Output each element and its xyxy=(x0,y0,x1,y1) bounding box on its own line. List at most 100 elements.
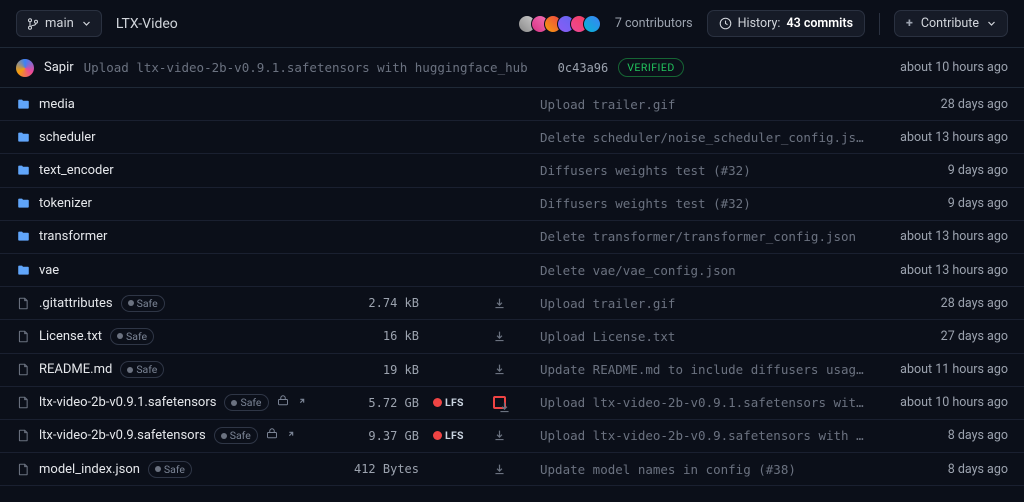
history-label: History: xyxy=(738,16,781,31)
commit-message[interactable]: Delete scheduler/noise_scheduler_config.… xyxy=(540,130,870,145)
file-row: .gitattributesSafe2.74 kBUpload trailer.… xyxy=(0,287,1024,320)
file-icon xyxy=(16,296,31,311)
lfs-label: LFS xyxy=(445,429,464,442)
file-size: 19 kB xyxy=(344,363,419,377)
file-name[interactable]: License.txt xyxy=(39,329,102,344)
name-cell: text_encoder xyxy=(16,163,336,178)
commit-time: about 10 hours ago xyxy=(878,60,1008,75)
commit-message[interactable]: Diffusers weights test (#32) xyxy=(540,163,870,178)
file-list: media Upload trailer.gif 28 days ago schedu… xyxy=(0,88,1024,486)
commit-sha[interactable]: 0c43a96 xyxy=(558,61,609,75)
file-name[interactable]: tokenizer xyxy=(39,196,92,211)
history-button[interactable]: History: 43 commits xyxy=(707,10,865,37)
pickle-icon[interactable] xyxy=(277,395,289,411)
latest-commit-bar: Sapir Upload ltx-video-2b-v0.9.1.safeten… xyxy=(0,48,1024,88)
header-left: main LTX-Video xyxy=(16,10,178,37)
folder-row: text_encoder Diffusers weights test (#32)… xyxy=(0,154,1024,187)
commit-message[interactable]: Delete vae/vae_config.json xyxy=(540,263,870,278)
safe-badge: Safe xyxy=(214,427,258,444)
author-avatar[interactable] xyxy=(16,59,34,77)
folder-row: scheduler Delete scheduler/noise_schedule… xyxy=(0,121,1024,154)
folder-icon xyxy=(16,263,31,278)
commits-count: 43 commits xyxy=(786,16,853,31)
commit-author[interactable]: Sapir xyxy=(44,60,74,75)
commit-message[interactable]: Delete transformer/transformer_config.js… xyxy=(540,229,870,244)
download-icon[interactable] xyxy=(493,429,506,442)
file-name[interactable]: transformer xyxy=(39,229,107,244)
contributors-count[interactable]: 7 contributors xyxy=(615,16,693,31)
download-cell xyxy=(486,429,512,442)
file-size: 2.74 kB xyxy=(344,296,419,310)
download-icon[interactable] xyxy=(493,463,506,476)
external-link-icon[interactable] xyxy=(297,395,307,410)
chevron-down-icon xyxy=(987,19,996,28)
name-cell: transformer xyxy=(16,229,336,244)
branch-name: main xyxy=(45,16,74,31)
lfs-dot-icon xyxy=(433,431,442,440)
download-cell xyxy=(486,297,512,310)
folder-icon xyxy=(16,97,31,112)
file-row: ltx-video-2b-v0.9.1.safetensorsSafe5.72 … xyxy=(0,387,1024,420)
file-time: 8 days ago xyxy=(878,428,1008,443)
file-name[interactable]: README.md xyxy=(39,362,112,377)
file-name[interactable]: ltx-video-2b-v0.9.1.safetensors xyxy=(39,395,216,410)
commit-message[interactable]: Upload ltx-video-2b-v0.9.1.safetensors w… xyxy=(540,395,870,410)
contribute-button[interactable]: + Contribute xyxy=(894,10,1008,37)
name-cell: ltx-video-2b-v0.9.safetensors Safe xyxy=(16,427,336,444)
safe-badge: Safe xyxy=(224,394,268,411)
download-cell xyxy=(486,396,512,409)
commit-message[interactable]: Update model names in config (#38) xyxy=(540,462,870,477)
commit-message[interactable]: Upload trailer.gif xyxy=(540,296,870,311)
history-icon xyxy=(719,17,732,30)
commit-message[interactable]: Upload ltx-video-2b-v0.9.1.safetensors w… xyxy=(84,60,528,75)
branch-selector[interactable]: main xyxy=(16,10,102,37)
file-time: about 13 hours ago xyxy=(878,229,1008,244)
divider xyxy=(879,13,880,35)
commit-message[interactable]: Upload License.txt xyxy=(540,329,870,344)
name-cell: License.txt Safe xyxy=(16,328,336,345)
file-name[interactable]: ltx-video-2b-v0.9.safetensors xyxy=(39,428,206,443)
folder-row: vae Delete vae/vae_config.json about 13 ho… xyxy=(0,254,1024,287)
contribute-label: Contribute xyxy=(921,16,979,31)
commit-message[interactable]: Update README.md to include diffusers us… xyxy=(540,362,870,377)
file-name[interactable]: text_encoder xyxy=(39,163,114,178)
commit-message[interactable]: Upload ltx-video-2b-v0.9.safetensors wit… xyxy=(540,428,870,443)
name-cell: model_index.jsonSafe xyxy=(16,461,336,478)
file-icon xyxy=(16,395,31,410)
download-icon[interactable] xyxy=(493,396,506,409)
folder-row: tokenizerDiffusers weights test (#32)9 d… xyxy=(0,188,1024,221)
file-name[interactable]: .gitattributes xyxy=(39,296,113,311)
file-time: 28 days ago xyxy=(878,296,1008,311)
file-row: model_index.jsonSafe412 BytesUpdate mode… xyxy=(0,453,1024,486)
folder-icon xyxy=(16,130,31,145)
commit-message[interactable]: Diffusers weights test (#32) xyxy=(540,196,870,211)
file-name[interactable]: media xyxy=(39,97,75,112)
folder-row: transformer Delete transformer/transforme… xyxy=(0,221,1024,254)
name-cell: media xyxy=(16,97,336,112)
lfs-label: LFS xyxy=(445,396,464,409)
folder-icon xyxy=(16,229,31,244)
download-cell xyxy=(486,463,512,476)
file-icon xyxy=(16,462,31,477)
download-icon[interactable] xyxy=(493,363,506,376)
file-time: 27 days ago xyxy=(878,329,1008,344)
name-cell: ltx-video-2b-v0.9.1.safetensors Safe xyxy=(16,394,336,411)
file-icon xyxy=(16,362,31,377)
download-icon[interactable] xyxy=(493,297,506,310)
commit-message[interactable]: Upload trailer.gif xyxy=(540,97,870,112)
file-time: 9 days ago xyxy=(878,163,1008,178)
safe-badge: Safe xyxy=(110,328,154,345)
lfs-cell: LFS xyxy=(433,396,478,409)
file-name[interactable]: scheduler xyxy=(39,130,96,145)
file-time: about 13 hours ago xyxy=(878,263,1008,278)
folder-icon xyxy=(16,196,31,211)
file-name[interactable]: model_index.json xyxy=(39,462,140,477)
download-cell xyxy=(486,330,512,343)
pickle-icon[interactable] xyxy=(266,428,278,444)
external-link-icon[interactable] xyxy=(286,428,296,443)
contributor-avatars[interactable] xyxy=(518,15,601,33)
repo-name[interactable]: LTX-Video xyxy=(116,16,178,32)
file-name[interactable]: vae xyxy=(39,263,59,278)
folder-row: mediaUpload trailer.gif28 days ago xyxy=(0,88,1024,121)
download-icon[interactable] xyxy=(493,330,506,343)
